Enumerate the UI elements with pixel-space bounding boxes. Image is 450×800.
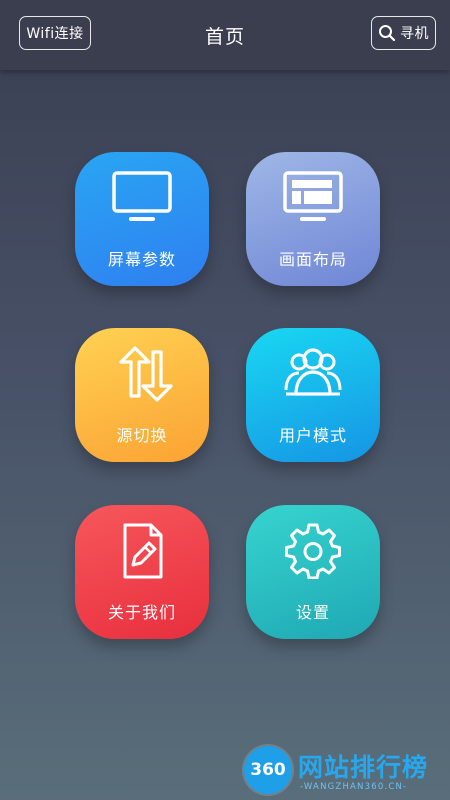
screen-params-label: 屏幕参数 <box>107 250 176 269</box>
find-device-button[interactable]: 寻机 <box>371 16 436 50</box>
swap-icon <box>119 346 173 402</box>
layout-label: 画面布局 <box>278 250 347 269</box>
screen-params-tile[interactable]: 屏幕参数 <box>75 152 209 286</box>
about-us-label: 关于我们 <box>107 603 176 622</box>
gear-icon <box>285 523 341 579</box>
search-icon <box>379 25 396 42</box>
watermark: 360 网站排行榜 -WANGZHAN360.CN- <box>244 742 450 800</box>
monitor-icon <box>112 171 172 221</box>
source-switch-tile[interactable]: 源切换 <box>75 328 209 462</box>
users-icon <box>284 348 342 396</box>
layout-tile[interactable]: 画面布局 <box>246 152 380 286</box>
watermark-logo: 360 <box>244 746 292 794</box>
document-edit-icon <box>123 523 163 579</box>
user-mode-label: 用户模式 <box>278 426 347 445</box>
app-header: Wifi连接 首页 寻机 <box>0 0 450 70</box>
about-us-tile[interactable]: 关于我们 <box>75 505 209 639</box>
find-device-label: 寻机 <box>400 26 429 42</box>
layout-icon <box>283 171 343 221</box>
settings-tile[interactable]: 设置 <box>246 505 380 639</box>
settings-label: 设置 <box>295 603 330 622</box>
watermark-domain: -WANGZHAN360.CN- <box>300 782 408 792</box>
user-mode-tile[interactable]: 用户模式 <box>246 328 380 462</box>
source-switch-label: 源切换 <box>116 426 168 445</box>
watermark-site-name: 网站排行榜 <box>298 753 429 782</box>
